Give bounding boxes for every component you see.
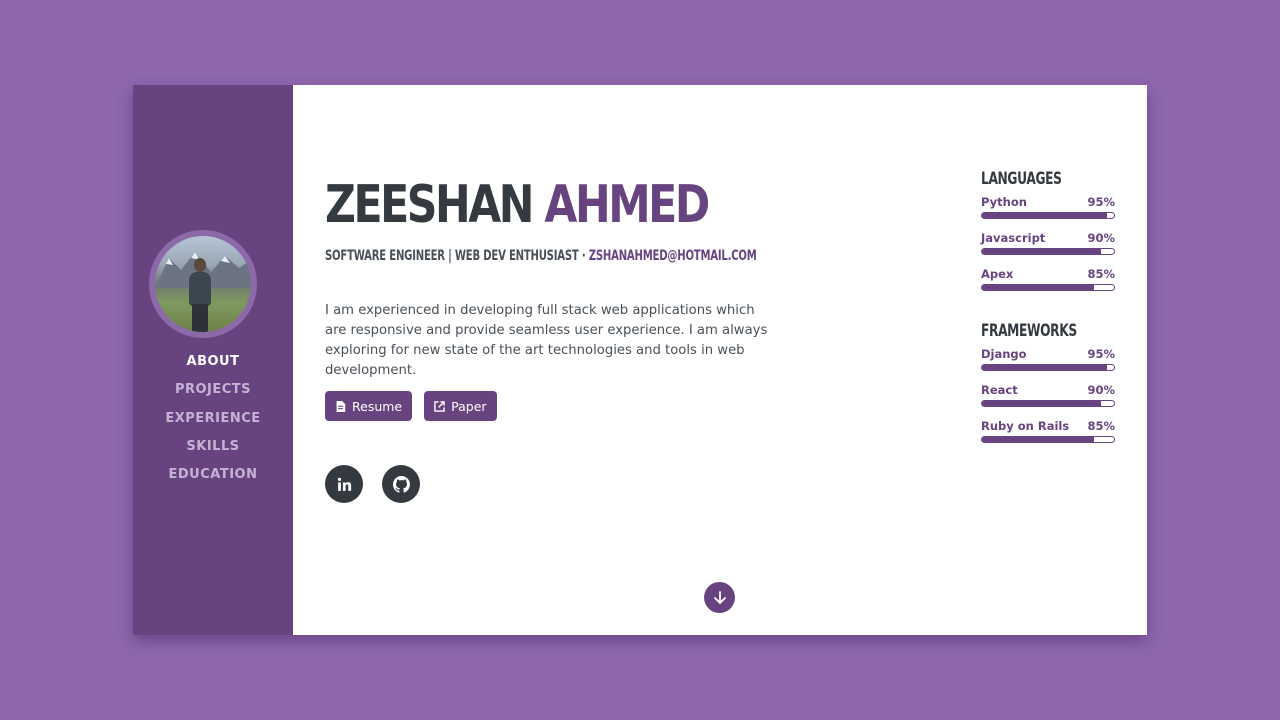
frameworks-list: Django 95% React 90% Ruby on Rails 85% bbox=[981, 347, 1115, 451]
skill-item: Django 95% bbox=[981, 347, 1115, 379]
linkedin-icon bbox=[337, 477, 351, 491]
skill-progress-fill bbox=[982, 437, 1095, 442]
skill-progress-bar bbox=[981, 364, 1115, 371]
skill-header: React 90% bbox=[981, 383, 1115, 398]
skill-header: Python 95% bbox=[981, 195, 1115, 210]
skill-name: Apex bbox=[981, 267, 1014, 281]
nav-item-projects[interactable]: PROJECTS bbox=[133, 381, 293, 409]
subtitle: SOFTWARE ENGINEER | WEB DEV ENTHUSIAST ·… bbox=[325, 248, 757, 264]
page-title: ZEESHAN AHMED bbox=[325, 173, 710, 237]
main-content: ZEESHAN AHMED SOFTWARE ENGINEER | WEB DE… bbox=[293, 85, 1147, 635]
skill-percent: 95% bbox=[1087, 195, 1115, 209]
person-legs bbox=[192, 304, 208, 332]
skill-progress-bar bbox=[981, 284, 1115, 291]
skill-progress-bar bbox=[981, 400, 1115, 407]
skill-item: Javascript 90% bbox=[981, 231, 1115, 263]
person-body bbox=[189, 272, 211, 306]
resume-button[interactable]: Resume bbox=[325, 391, 413, 421]
skill-name: Ruby on Rails bbox=[981, 419, 1070, 433]
subtitle-role: SOFTWARE ENGINEER | WEB DEV ENTHUSIAST · bbox=[325, 248, 589, 264]
arrow-down-icon bbox=[713, 590, 726, 604]
skill-item: Python 95% bbox=[981, 195, 1115, 227]
linkedin-button[interactable] bbox=[325, 465, 363, 503]
paper-button-label: Paper bbox=[451, 398, 487, 414]
skill-name: Python bbox=[981, 195, 1027, 209]
languages-heading: LANGUAGES bbox=[981, 169, 1062, 189]
skill-progress-fill bbox=[982, 213, 1108, 218]
skill-percent: 85% bbox=[1087, 267, 1115, 281]
skill-progress-fill bbox=[982, 401, 1101, 406]
external-link-icon bbox=[434, 400, 445, 412]
skill-name: Django bbox=[981, 347, 1027, 361]
sidebar: ABOUT PROJECTS EXPERIENCE SKILLS EDUCATI… bbox=[133, 85, 293, 635]
avatar bbox=[149, 230, 257, 338]
nav-item-about[interactable]: ABOUT bbox=[133, 353, 293, 381]
skills-panel: LANGUAGES Python 95% Javascript 90% Apex 85% … bbox=[981, 169, 1115, 451]
scroll-down-button[interactable] bbox=[704, 582, 735, 613]
email-link[interactable]: ZSHANAHMED@HOTMAIL.COM bbox=[589, 248, 757, 264]
skill-progress-bar bbox=[981, 212, 1115, 219]
frameworks-heading: FRAMEWORKS bbox=[981, 321, 1077, 341]
file-pdf-icon bbox=[336, 400, 346, 412]
skill-header: Ruby on Rails 85% bbox=[981, 419, 1115, 434]
skill-progress-fill bbox=[982, 249, 1101, 254]
skill-percent: 95% bbox=[1087, 347, 1115, 361]
skill-progress-fill bbox=[982, 365, 1108, 370]
action-buttons: Resume Paper bbox=[325, 391, 497, 421]
paper-button[interactable]: Paper bbox=[424, 391, 497, 421]
skill-percent: 90% bbox=[1087, 383, 1115, 397]
nav-item-experience[interactable]: EXPERIENCE bbox=[133, 410, 293, 438]
skill-progress-fill bbox=[982, 285, 1095, 290]
skill-progress-bar bbox=[981, 436, 1115, 443]
profile-photo bbox=[155, 236, 251, 332]
skill-name: Javascript bbox=[981, 231, 1046, 245]
languages-list: Python 95% Javascript 90% Apex 85% bbox=[981, 195, 1115, 299]
nav-item-skills[interactable]: SKILLS bbox=[133, 438, 293, 466]
skill-percent: 85% bbox=[1087, 419, 1115, 433]
nav-item-education[interactable]: EDUCATION bbox=[133, 466, 293, 494]
skill-header: Apex 85% bbox=[981, 267, 1115, 282]
skill-progress-bar bbox=[981, 248, 1115, 255]
last-name: AHMED bbox=[544, 175, 710, 235]
bio-text: I am experienced in developing full stac… bbox=[325, 303, 768, 378]
github-button[interactable] bbox=[382, 465, 420, 503]
skill-header: Javascript 90% bbox=[981, 231, 1115, 246]
skill-name: React bbox=[981, 383, 1018, 397]
skill-item: Ruby on Rails 85% bbox=[981, 419, 1115, 451]
skill-item: Apex 85% bbox=[981, 267, 1115, 299]
sidebar-nav: ABOUT PROJECTS EXPERIENCE SKILLS EDUCATI… bbox=[133, 353, 293, 494]
skill-percent: 90% bbox=[1087, 231, 1115, 245]
skill-item: React 90% bbox=[981, 383, 1115, 415]
social-links bbox=[325, 465, 420, 503]
person-head bbox=[194, 258, 206, 272]
resume-card: ABOUT PROJECTS EXPERIENCE SKILLS EDUCATI… bbox=[133, 85, 1147, 635]
skill-header: Django 95% bbox=[981, 347, 1115, 362]
resume-button-label: Resume bbox=[352, 398, 403, 414]
first-name: ZEESHAN bbox=[325, 175, 535, 235]
github-icon bbox=[392, 475, 410, 493]
